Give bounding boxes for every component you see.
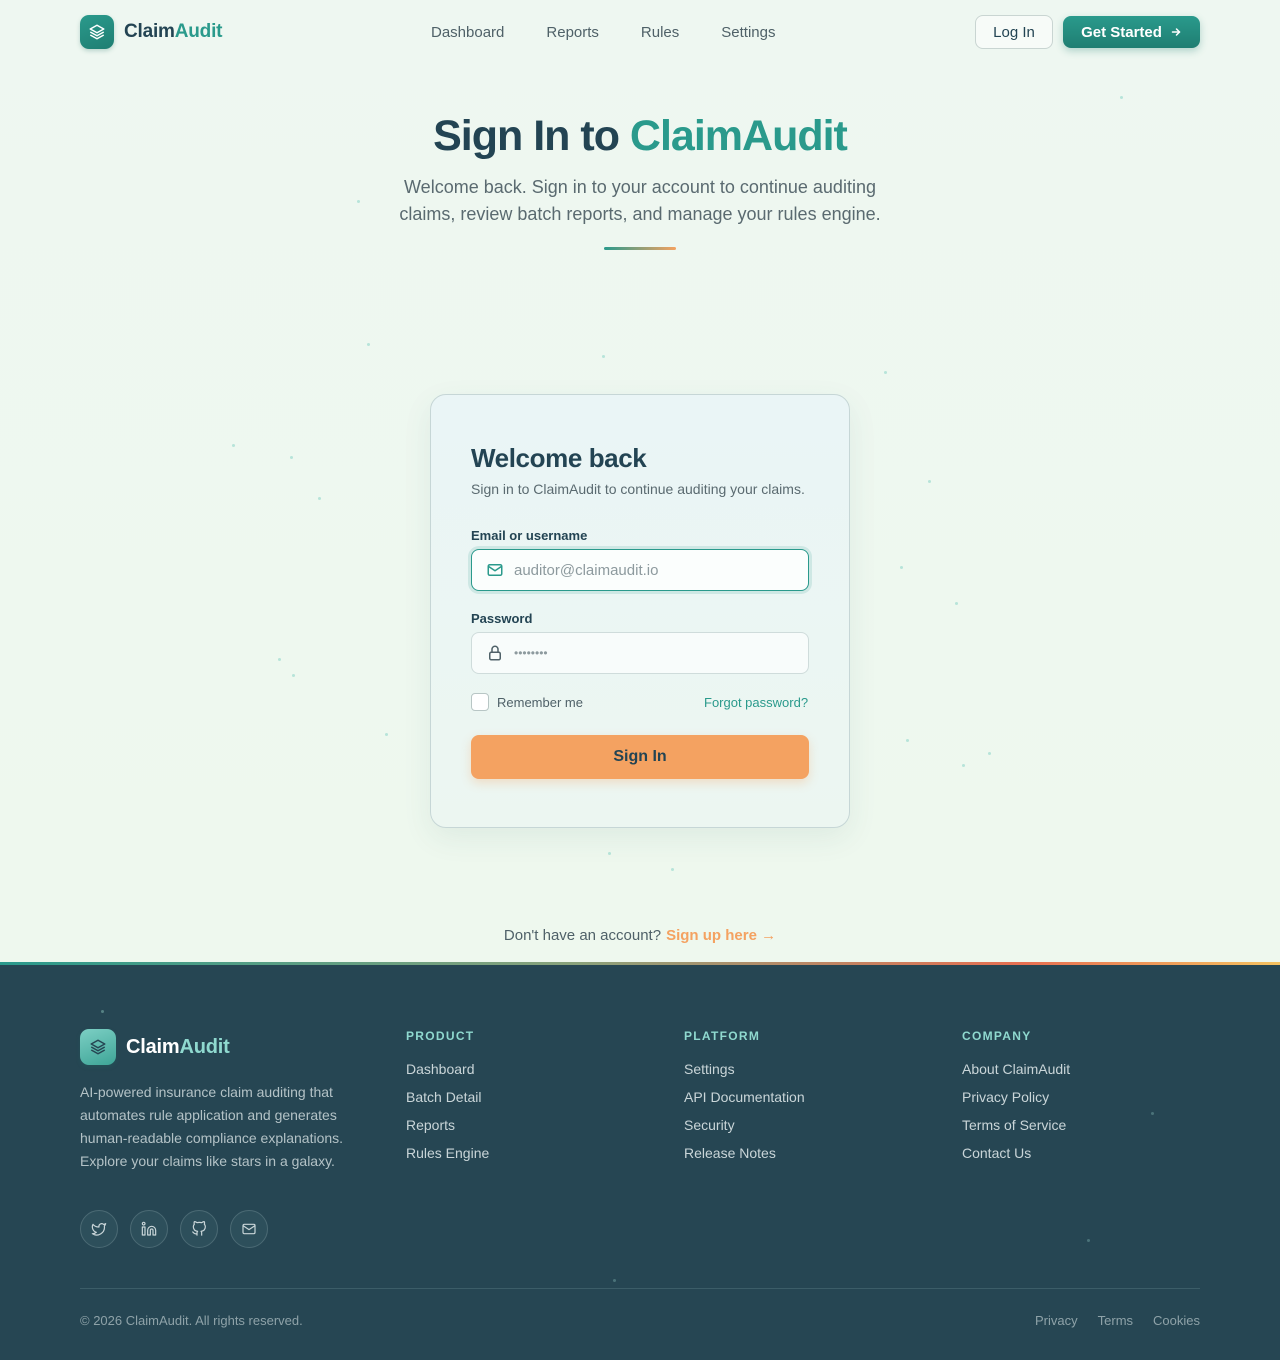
footer-link-terms-of-service[interactable]: Terms of Service bbox=[962, 1115, 1070, 1143]
footer-link-dashboard[interactable]: Dashboard bbox=[406, 1059, 489, 1087]
particle-dot bbox=[962, 764, 965, 767]
particle-dot bbox=[1087, 1239, 1090, 1242]
footer-link-settings[interactable]: Settings bbox=[684, 1059, 805, 1087]
site-header: ClaimAudit Dashboard Reports Rules Setti… bbox=[80, 15, 1200, 49]
arrow-right-icon bbox=[1171, 28, 1181, 36]
brand-name: ClaimAudit bbox=[124, 21, 223, 42]
footer-column-title: PRODUCT bbox=[406, 1029, 475, 1043]
page-title: Sign In to ClaimAudit bbox=[433, 112, 848, 160]
footer-brand-name: ClaimAudit bbox=[126, 1035, 230, 1058]
particle-dot bbox=[613, 1279, 616, 1282]
brand-logo[interactable]: ClaimAudit bbox=[80, 15, 222, 49]
page-subtitle: Welcome back. Sign in to your account to… bbox=[399, 177, 881, 224]
legal-link-cookies[interactable]: Cookies bbox=[1153, 1313, 1200, 1328]
footer-brand-logo[interactable]: ClaimAudit bbox=[80, 1029, 230, 1065]
footer-column-company: COMPANY About ClaimAudit Privacy Policy … bbox=[962, 1029, 1070, 1171]
footer-link-privacy-policy[interactable]: Privacy Policy bbox=[962, 1087, 1070, 1115]
footer-link-about[interactable]: About ClaimAudit bbox=[962, 1059, 1070, 1087]
particle-dot bbox=[988, 752, 991, 755]
nav-rules[interactable]: Rules bbox=[641, 24, 679, 41]
particle-dot bbox=[602, 355, 605, 358]
login-title: Welcome back bbox=[471, 443, 647, 473]
particle-dot bbox=[367, 343, 370, 346]
footer-column-title: COMPANY bbox=[962, 1029, 1032, 1043]
password-field[interactable]: •••••••• bbox=[471, 632, 809, 674]
sign-in-button[interactable]: Sign In bbox=[471, 735, 809, 779]
layers-icon bbox=[80, 15, 114, 49]
signup-prompt: Don't have an account? Sign up here → bbox=[0, 927, 1280, 944]
email-label: Email or username bbox=[471, 528, 588, 543]
footer-link-rules-engine[interactable]: Rules Engine bbox=[406, 1143, 489, 1171]
password-label: Password bbox=[471, 611, 533, 626]
footer-column-product: PRODUCT Dashboard Batch Detail Reports R… bbox=[406, 1029, 489, 1171]
particle-dot bbox=[955, 602, 958, 605]
footer-link-api-docs[interactable]: API Documentation bbox=[684, 1087, 805, 1115]
particle-dot bbox=[101, 1010, 104, 1013]
site-footer: ClaimAudit AI-powered insurance claim au… bbox=[0, 965, 1280, 1360]
footer-link-release-notes[interactable]: Release Notes bbox=[684, 1143, 805, 1171]
particle-dot bbox=[1120, 96, 1123, 99]
particle-dot bbox=[906, 739, 909, 742]
password-placeholder: •••••••• bbox=[514, 646, 548, 660]
particle-dot bbox=[357, 200, 360, 203]
footer-divider bbox=[80, 1288, 1200, 1289]
layers-icon bbox=[80, 1029, 116, 1065]
signup-text: Don't have an account? bbox=[503, 927, 662, 944]
remember-checkbox[interactable] bbox=[471, 693, 489, 711]
particle-dot bbox=[884, 371, 887, 374]
nav-dashboard[interactable]: Dashboard bbox=[431, 24, 504, 41]
copyright: © 2026 ClaimAudit. All rights reserved. bbox=[80, 1313, 303, 1328]
email-placeholder: auditor@claimaudit.io bbox=[514, 561, 659, 579]
twitter-icon[interactable] bbox=[80, 1210, 118, 1248]
particle-dot bbox=[671, 868, 674, 871]
login-subtitle: Sign in to ClaimAudit to continue auditi… bbox=[471, 481, 805, 497]
get-started-label: Get Started bbox=[1081, 23, 1162, 41]
footer-link-security[interactable]: Security bbox=[684, 1115, 805, 1143]
github-icon[interactable] bbox=[180, 1210, 218, 1248]
signup-link[interactable]: Sign up here → bbox=[666, 927, 776, 944]
footer-link-batch-detail[interactable]: Batch Detail bbox=[406, 1087, 489, 1115]
linkedin-icon[interactable] bbox=[130, 1210, 168, 1248]
particle-dot bbox=[278, 658, 281, 661]
particle-dot bbox=[318, 497, 321, 500]
mail-icon bbox=[487, 564, 503, 576]
footer-link-reports[interactable]: Reports bbox=[406, 1115, 489, 1143]
login-button[interactable]: Log In bbox=[975, 15, 1053, 49]
mail-icon[interactable] bbox=[230, 1210, 268, 1248]
nav-settings[interactable]: Settings bbox=[721, 24, 775, 41]
particle-dot bbox=[928, 480, 931, 483]
legal-links: Privacy Terms Cookies bbox=[1015, 1313, 1200, 1328]
main-nav: Dashboard Reports Rules Settings bbox=[431, 15, 817, 49]
footer-column-platform: PLATFORM Settings API Documentation Secu… bbox=[684, 1029, 805, 1171]
particle-dot bbox=[1151, 1112, 1154, 1115]
lock-icon bbox=[489, 645, 501, 661]
social-links bbox=[80, 1210, 280, 1248]
particle-dot bbox=[900, 566, 903, 569]
particle-dot bbox=[290, 456, 293, 459]
particle-dot bbox=[232, 444, 235, 447]
particle-dot bbox=[385, 733, 388, 736]
forgot-password-link[interactable]: Forgot password? bbox=[704, 695, 808, 710]
particle-dot bbox=[292, 674, 295, 677]
legal-link-terms[interactable]: Terms bbox=[1098, 1313, 1133, 1328]
remember-label[interactable]: Remember me bbox=[497, 695, 583, 710]
footer-description: AI-powered insurance claim auditing that… bbox=[80, 1084, 344, 1169]
particle-dot bbox=[608, 852, 611, 855]
get-started-button[interactable]: Get Started bbox=[1063, 16, 1200, 48]
footer-link-contact[interactable]: Contact Us bbox=[962, 1143, 1070, 1171]
title-underline bbox=[604, 247, 676, 250]
email-field[interactable]: auditor@claimaudit.io bbox=[471, 549, 809, 591]
nav-reports[interactable]: Reports bbox=[546, 24, 599, 41]
footer-column-title: PLATFORM bbox=[684, 1029, 761, 1043]
login-card: Welcome back Sign in to ClaimAudit to co… bbox=[430, 394, 850, 828]
legal-link-privacy[interactable]: Privacy bbox=[1035, 1313, 1078, 1328]
